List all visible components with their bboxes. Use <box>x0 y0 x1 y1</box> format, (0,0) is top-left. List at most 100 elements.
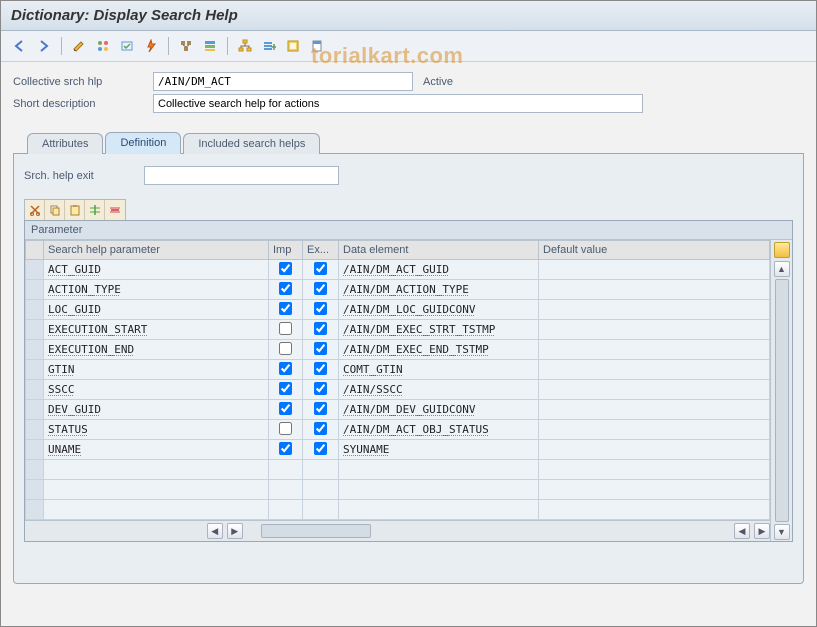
cell-param[interactable]: DEV_GUID <box>44 400 269 420</box>
col-exp[interactable]: Ex... <box>303 241 339 260</box>
row-selector[interactable] <box>26 300 44 320</box>
cell-imp[interactable] <box>269 260 303 280</box>
scroll-right-button[interactable]: ▶ <box>227 523 243 539</box>
row-selector[interactable] <box>26 440 44 460</box>
other-object-button[interactable] <box>92 35 114 57</box>
cell-imp[interactable] <box>269 480 303 500</box>
cell-default-value[interactable] <box>539 420 770 440</box>
cell-data-element[interactable]: /AIN/DM_ACTION_TYPE <box>339 280 539 300</box>
row-selector[interactable] <box>26 280 44 300</box>
col-default-value[interactable]: Default value <box>539 241 770 260</box>
cell-imp[interactable] <box>269 320 303 340</box>
cell-default-value[interactable] <box>539 360 770 380</box>
cell-param[interactable] <box>44 480 269 500</box>
cell-param[interactable]: EXECUTION_END <box>44 340 269 360</box>
cell-data-element[interactable]: /AIN/SSCC <box>339 380 539 400</box>
cell-data-element[interactable] <box>339 480 539 500</box>
row-selector[interactable] <box>26 460 44 480</box>
cell-param[interactable]: GTIN <box>44 360 269 380</box>
cell-data-element[interactable]: /AIN/DM_EXEC_STRT_TSTMP <box>339 320 539 340</box>
cell-imp[interactable] <box>269 300 303 320</box>
cell-default-value[interactable] <box>539 460 770 480</box>
cell-imp[interactable] <box>269 420 303 440</box>
scroll-up-button[interactable]: ▲ <box>774 261 790 277</box>
hierarchy-button[interactable] <box>234 35 256 57</box>
cell-exp[interactable] <box>303 300 339 320</box>
scroll-down-button[interactable]: ▼ <box>774 524 790 540</box>
cell-data-element[interactable]: /AIN/DM_ACT_OBJ_STATUS <box>339 420 539 440</box>
display-object-list-button[interactable] <box>199 35 221 57</box>
cell-default-value[interactable] <box>539 280 770 300</box>
cell-exp[interactable] <box>303 340 339 360</box>
row-selector[interactable] <box>26 480 44 500</box>
cell-default-value[interactable] <box>539 500 770 520</box>
cell-param[interactable]: SSCC <box>44 380 269 400</box>
append-button[interactable] <box>258 35 280 57</box>
col-imp[interactable]: Imp <box>269 241 303 260</box>
cell-param[interactable]: STATUS <box>44 420 269 440</box>
cell-default-value[interactable] <box>539 440 770 460</box>
cell-default-value[interactable] <box>539 260 770 280</box>
cell-imp[interactable] <box>269 440 303 460</box>
cell-exp[interactable] <box>303 500 339 520</box>
cell-data-element[interactable] <box>339 500 539 520</box>
cell-data-element[interactable]: COMT_GTIN <box>339 360 539 380</box>
row-selector[interactable] <box>26 320 44 340</box>
scroll-left-button-2[interactable]: ◀ <box>734 523 750 539</box>
cell-data-element[interactable]: /AIN/DM_LOC_GUIDCONV <box>339 300 539 320</box>
tab-definition[interactable]: Definition <box>105 132 181 154</box>
cell-exp[interactable] <box>303 480 339 500</box>
documentation-button[interactable] <box>306 35 328 57</box>
copy-button[interactable] <box>45 200 65 220</box>
cell-data-element[interactable]: /AIN/DM_EXEC_END_TSTMP <box>339 340 539 360</box>
tab-attributes[interactable]: Attributes <box>27 133 103 154</box>
short-description-input[interactable] <box>153 94 643 113</box>
cell-default-value[interactable] <box>539 400 770 420</box>
col-data-element[interactable]: Data element <box>339 241 539 260</box>
cell-imp[interactable] <box>269 500 303 520</box>
scroll-left-button[interactable]: ◀ <box>207 523 223 539</box>
cell-imp[interactable] <box>269 380 303 400</box>
cell-exp[interactable] <box>303 260 339 280</box>
cell-data-element[interactable]: SYUNAME <box>339 440 539 460</box>
cell-exp[interactable] <box>303 460 339 480</box>
cell-default-value[interactable] <box>539 340 770 360</box>
check-button[interactable] <box>116 35 138 57</box>
cell-param[interactable] <box>44 460 269 480</box>
row-selector[interactable] <box>26 420 44 440</box>
row-selector[interactable] <box>26 380 44 400</box>
scroll-right-button-2[interactable]: ▶ <box>754 523 770 539</box>
row-selector[interactable] <box>26 400 44 420</box>
cell-exp[interactable] <box>303 440 339 460</box>
col-param[interactable]: Search help parameter <box>44 241 269 260</box>
display-change-button[interactable] <box>68 35 90 57</box>
row-selector[interactable] <box>26 500 44 520</box>
vscroll-track[interactable] <box>775 279 789 522</box>
cell-data-element[interactable] <box>339 460 539 480</box>
cell-exp[interactable] <box>303 420 339 440</box>
cell-param[interactable]: UNAME <box>44 440 269 460</box>
cell-imp[interactable] <box>269 340 303 360</box>
cell-param[interactable] <box>44 500 269 520</box>
cell-exp[interactable] <box>303 280 339 300</box>
cell-exp[interactable] <box>303 360 339 380</box>
cell-default-value[interactable] <box>539 480 770 500</box>
forward-button[interactable] <box>33 35 55 57</box>
cell-param[interactable]: ACT_GUID <box>44 260 269 280</box>
activate-button[interactable] <box>140 35 162 57</box>
srch-help-exit-input[interactable] <box>144 166 339 185</box>
table-settings-button[interactable] <box>774 242 790 258</box>
row-selector[interactable] <box>26 360 44 380</box>
cell-default-value[interactable] <box>539 380 770 400</box>
where-used-button[interactable] <box>175 35 197 57</box>
technical-settings-button[interactable] <box>282 35 304 57</box>
cell-param[interactable]: ACTION_TYPE <box>44 280 269 300</box>
cell-param[interactable]: EXECUTION_START <box>44 320 269 340</box>
cell-imp[interactable] <box>269 460 303 480</box>
cell-param[interactable]: LOC_GUID <box>44 300 269 320</box>
insert-row-button[interactable] <box>85 200 105 220</box>
cell-data-element[interactable]: /AIN/DM_DEV_GUIDCONV <box>339 400 539 420</box>
row-selector[interactable] <box>26 340 44 360</box>
cell-imp[interactable] <box>269 400 303 420</box>
back-button[interactable] <box>9 35 31 57</box>
